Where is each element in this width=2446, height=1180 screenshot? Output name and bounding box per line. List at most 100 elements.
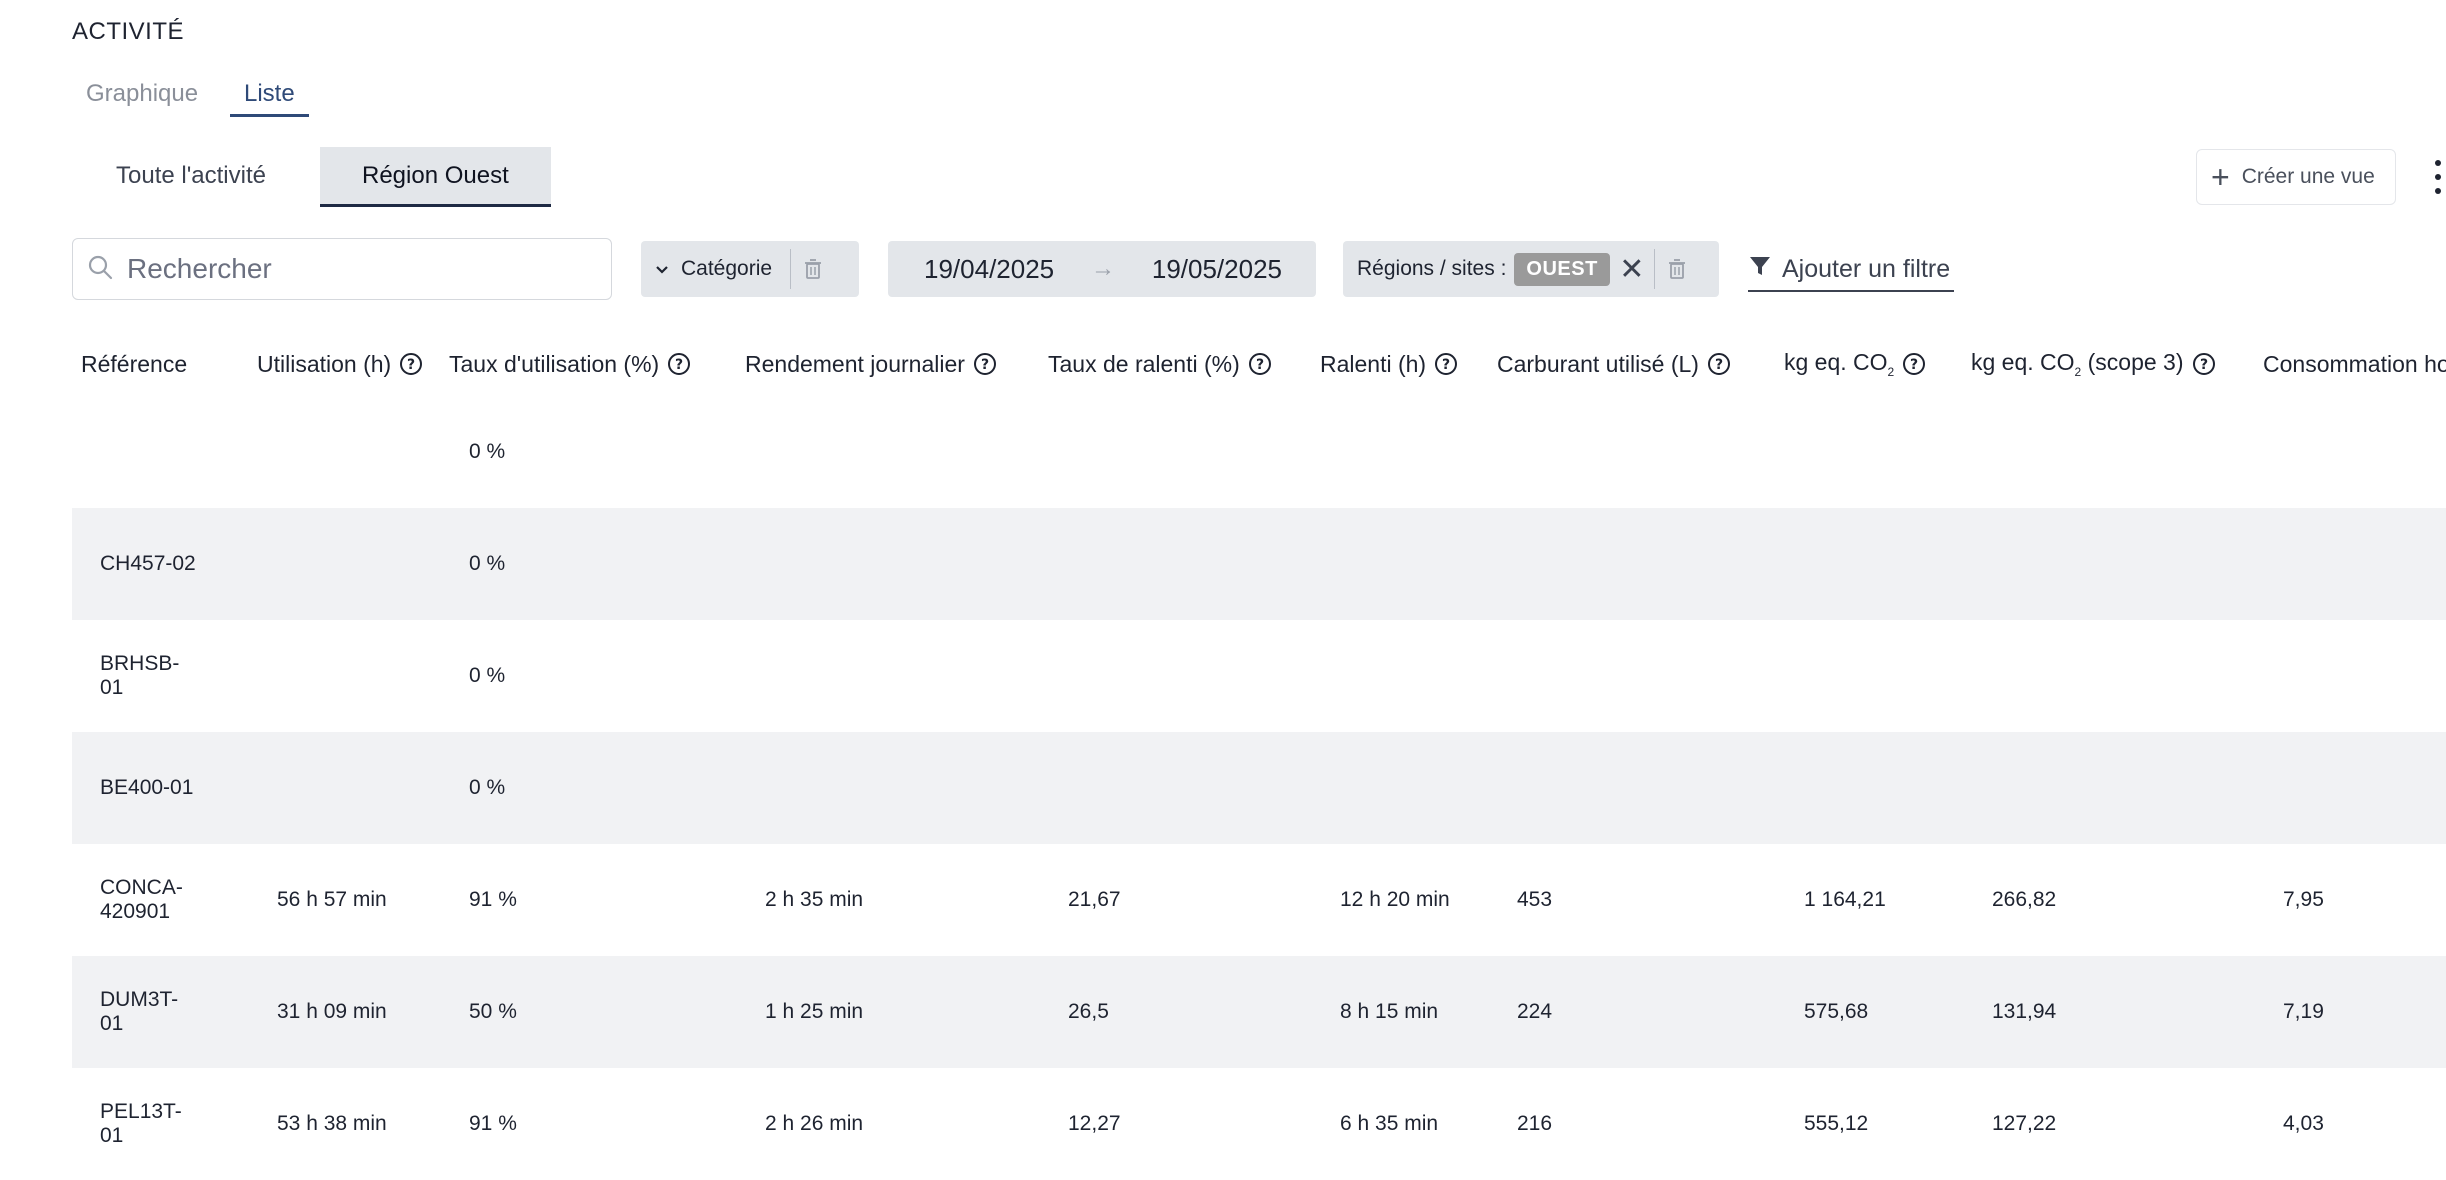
cell-reference: PEL13T-01 xyxy=(100,1100,182,1147)
saved-view-region-ouest[interactable]: Région Ouest xyxy=(320,147,551,207)
column-header[interactable]: Référence xyxy=(81,340,187,388)
table-row[interactable]: DUM3T-01 31 h 09 min 50 % 1 h 25 min 26,… xyxy=(72,956,2446,1068)
help-icon[interactable]: ? xyxy=(1707,352,1731,376)
svg-text:?: ? xyxy=(675,357,683,373)
cell-co2: 575,68 xyxy=(1804,1000,1869,1023)
cell-rendement-journalier: 2 h 26 min xyxy=(765,1112,864,1135)
cell-taux-ralenti: 21,67 xyxy=(1068,888,1121,911)
help-icon[interactable]: ? xyxy=(1248,352,1272,376)
trash-icon[interactable] xyxy=(1655,241,1699,297)
cell-co2-scope3: 266,82 xyxy=(1992,888,2057,911)
cell-co2: 555,12 xyxy=(1804,1112,1869,1135)
cell-ralenti: 8 h 15 min xyxy=(1340,1000,1439,1023)
cell-carburant: 224 xyxy=(1517,1000,1553,1023)
cell-taux-utilisation: 91 % xyxy=(469,1112,517,1135)
cell-taux-ralenti: 12,27 xyxy=(1068,1112,1121,1135)
cell-consommation: 7,95 xyxy=(2283,888,2324,911)
cell-co2-scope3: 127,22 xyxy=(1992,1112,2057,1135)
help-icon[interactable]: ? xyxy=(973,352,997,376)
arrow-right-icon: → xyxy=(1091,255,1115,282)
close-icon[interactable]: ✕ xyxy=(1610,252,1654,287)
cell-ralenti: 6 h 35 min xyxy=(1340,1112,1439,1135)
search-input[interactable] xyxy=(125,252,589,286)
table-row[interactable]: CH457-02 0 % xyxy=(72,508,2446,620)
date-from-input[interactable] xyxy=(922,252,1076,286)
table-body: 0 % CH457-02 0 % BRHSB-01 0 % BE400-01 0… xyxy=(72,396,2446,1180)
region-badge: OUEST xyxy=(1514,252,1610,286)
add-filter-label: Ajouter un filtre xyxy=(1782,254,1951,283)
column-header[interactable]: Taux de ralenti (%)? xyxy=(1048,340,1272,388)
column-header[interactable]: Ralenti (h)? xyxy=(1320,340,1458,388)
help-icon[interactable]: ? xyxy=(1434,352,1458,376)
date-range-filter: → xyxy=(888,241,1316,297)
svg-text:?: ? xyxy=(1910,357,1918,373)
date-to-input[interactable] xyxy=(1130,252,1284,286)
table-row[interactable]: 0 % xyxy=(72,396,2446,508)
column-header[interactable]: kg eq. CO2? xyxy=(1784,340,1926,388)
help-icon[interactable]: ? xyxy=(1902,352,1926,376)
trash-icon[interactable] xyxy=(791,241,835,297)
cell-co2-scope3: 131,94 xyxy=(1992,1000,2057,1023)
page-title: ACTIVITÉ xyxy=(72,18,185,45)
cell-utilisation: 31 h 09 min xyxy=(277,1000,387,1023)
saved-view-toute-activite[interactable]: Toute l'activité xyxy=(74,147,308,207)
column-header[interactable]: Carburant utilisé (L)? xyxy=(1497,340,1731,388)
table-row[interactable]: CONCA-420901 56 h 57 min 91 % 2 h 35 min… xyxy=(72,844,2446,956)
category-label: Catégorie xyxy=(681,257,773,280)
cell-taux-utilisation: 0 % xyxy=(469,440,506,463)
svg-text:?: ? xyxy=(981,357,989,373)
cell-consommation: 4,03 xyxy=(2283,1112,2324,1135)
svg-text:?: ? xyxy=(2199,357,2207,373)
cell-reference: CH457-02 xyxy=(100,552,196,575)
cell-taux-utilisation: 0 % xyxy=(469,664,506,687)
chevron-down-icon xyxy=(655,257,669,281)
column-header[interactable]: Utilisation (h)? xyxy=(257,340,423,388)
cell-reference xyxy=(100,396,200,508)
more-vertical-icon[interactable] xyxy=(2430,160,2446,194)
cell-carburant: 453 xyxy=(1517,888,1553,911)
cell-reference: BRHSB-01 xyxy=(100,652,180,699)
column-header[interactable]: Consommation ho xyxy=(2263,340,2446,388)
create-view-button[interactable]: + Créer une vue xyxy=(2196,149,2396,205)
tab-graphique[interactable]: Graphique xyxy=(72,74,212,114)
cell-taux-utilisation: 50 % xyxy=(469,1000,517,1023)
column-header[interactable]: Taux d'utilisation (%)? xyxy=(449,340,691,388)
svg-text:?: ? xyxy=(407,357,415,373)
category-dropdown[interactable]: Catégorie xyxy=(641,241,790,297)
cell-ralenti: 12 h 20 min xyxy=(1340,888,1450,911)
cell-rendement-journalier: 2 h 35 min xyxy=(765,888,864,911)
cell-reference: CONCA-420901 xyxy=(100,876,183,923)
column-header[interactable]: Rendement journalier? xyxy=(745,340,997,388)
cell-reference: DUM3T-01 xyxy=(100,988,179,1035)
cell-taux-utilisation: 0 % xyxy=(469,776,506,799)
search-box xyxy=(72,238,612,300)
add-filter-button[interactable]: Ajouter un filtre xyxy=(1748,248,1955,292)
help-icon[interactable]: ? xyxy=(667,352,691,376)
table-row[interactable]: BRHSB-01 0 % xyxy=(72,620,2446,732)
tab-liste[interactable]: Liste xyxy=(230,74,309,117)
filter-icon xyxy=(1748,254,1772,285)
cell-co2: 1 164,21 xyxy=(1804,888,1886,911)
search-icon xyxy=(87,254,113,285)
cell-reference: BE400-01 xyxy=(100,776,194,799)
region-filter: Régions / sites : OUEST ✕ xyxy=(1343,241,1719,297)
table-row[interactable]: PEL13T-01 53 h 38 min 91 % 2 h 26 min 12… xyxy=(72,1068,2446,1180)
cell-taux-utilisation: 91 % xyxy=(469,888,517,911)
cell-consommation: 7,19 xyxy=(2283,1000,2324,1023)
help-icon[interactable]: ? xyxy=(2192,352,2216,376)
cell-utilisation: 53 h 38 min xyxy=(277,1112,387,1135)
cell-rendement-journalier: 1 h 25 min xyxy=(765,1000,864,1023)
cell-utilisation: 56 h 57 min xyxy=(277,888,387,911)
cell-taux-utilisation: 0 % xyxy=(469,552,506,575)
plus-icon: + xyxy=(2211,159,2230,195)
help-icon[interactable]: ? xyxy=(399,352,423,376)
svg-text:?: ? xyxy=(1715,357,1723,373)
table-row[interactable]: BE400-01 0 % xyxy=(72,732,2446,844)
svg-text:?: ? xyxy=(1256,357,1264,373)
category-filter: Catégorie xyxy=(641,241,859,297)
create-view-label: Créer une vue xyxy=(2241,165,2375,188)
column-header[interactable]: kg eq. CO2 (scope 3)? xyxy=(1971,340,2216,388)
cell-taux-ralenti: 26,5 xyxy=(1068,1000,1109,1023)
table-header: Référence Utilisation (h)? Taux d'utilis… xyxy=(0,340,2446,388)
cell-carburant: 216 xyxy=(1517,1112,1553,1135)
